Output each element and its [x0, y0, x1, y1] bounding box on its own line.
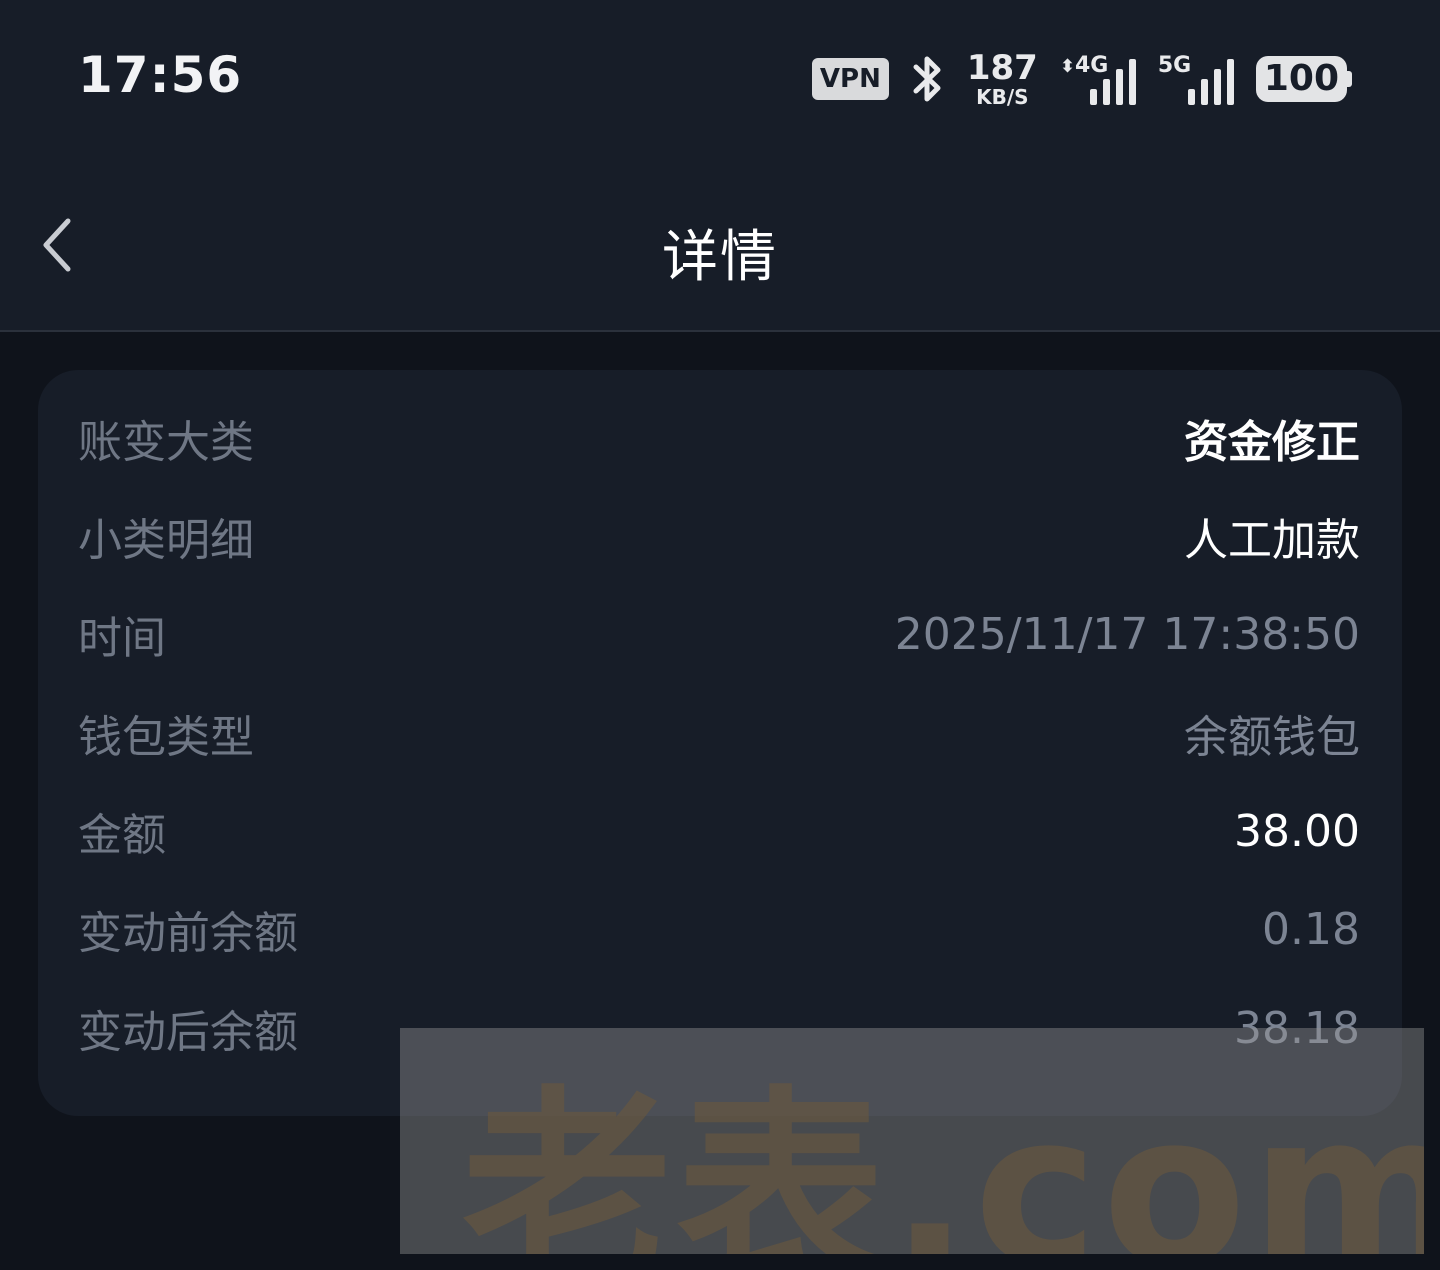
signal-bars-icon: [1187, 59, 1234, 105]
detail-value: 人工加款: [1184, 515, 1360, 566]
status-bar: 17:56 VPN 187 KB/S ⬍4G 5G 100: [0, 0, 1440, 160]
network-speed-unit: KB/S: [976, 85, 1029, 109]
detail-value: 资金修正: [1184, 417, 1360, 468]
detail-label: 钱包类型: [78, 712, 254, 763]
watermark-text: 老表.com: [462, 1068, 1424, 1254]
signal-4g: ⬍4G: [1060, 53, 1136, 105]
detail-value: 2025/11/17 17:38:50: [894, 608, 1360, 660]
page-title: 详情: [662, 225, 778, 290]
signal-5g-label: 5G: [1157, 53, 1192, 78]
bluetooth-icon: [911, 54, 945, 104]
status-icons: VPN 187 KB/S ⬍4G 5G 100: [811, 50, 1352, 108]
detail-label: 时间: [78, 613, 166, 664]
detail-value: 余额钱包: [1184, 712, 1360, 763]
battery-tip: [1347, 71, 1352, 87]
network-speed-value: 187: [966, 48, 1038, 88]
detail-card: 账变大类 资金修正 小类明细 人工加款 时间 2025/11/17 17:38:…: [38, 370, 1402, 1116]
detail-value: 38.00: [1234, 805, 1360, 857]
detail-label: 变动后余额: [78, 1007, 298, 1058]
detail-value: 0.18: [1262, 903, 1360, 955]
detail-label: 变动前余额: [78, 908, 298, 959]
detail-row-balance-before: 变动前余额 0.18: [78, 899, 1360, 960]
detail-row-amount: 金额 38.00: [78, 801, 1360, 862]
detail-label: 金额: [78, 810, 166, 861]
detail-label: 账变大类: [78, 417, 254, 468]
vpn-badge: VPN: [811, 58, 889, 100]
status-time: 17:56: [78, 46, 243, 104]
detail-row-time: 时间 2025/11/17 17:38:50: [78, 604, 1360, 665]
header-bar: 详情: [0, 160, 1440, 332]
network-speed: 187 KB/S: [967, 51, 1038, 107]
watermark: 老表.com: [400, 1028, 1424, 1254]
detail-label: 小类明细: [78, 515, 254, 566]
detail-row-wallet-type: 钱包类型 余额钱包: [78, 703, 1360, 763]
signal-5g: 5G: [1158, 53, 1234, 105]
detail-row-category: 账变大类 资金修正: [78, 408, 1360, 468]
battery-level: 100: [1255, 56, 1347, 102]
data-arrows-icon: ⬍: [1059, 56, 1075, 77]
battery-icon: 100: [1255, 56, 1352, 102]
detail-row-subcategory: 小类明细 人工加款: [78, 506, 1360, 566]
signal-4g-text: 4G: [1074, 53, 1109, 78]
signal-4g-label: ⬍4G: [1060, 53, 1108, 78]
